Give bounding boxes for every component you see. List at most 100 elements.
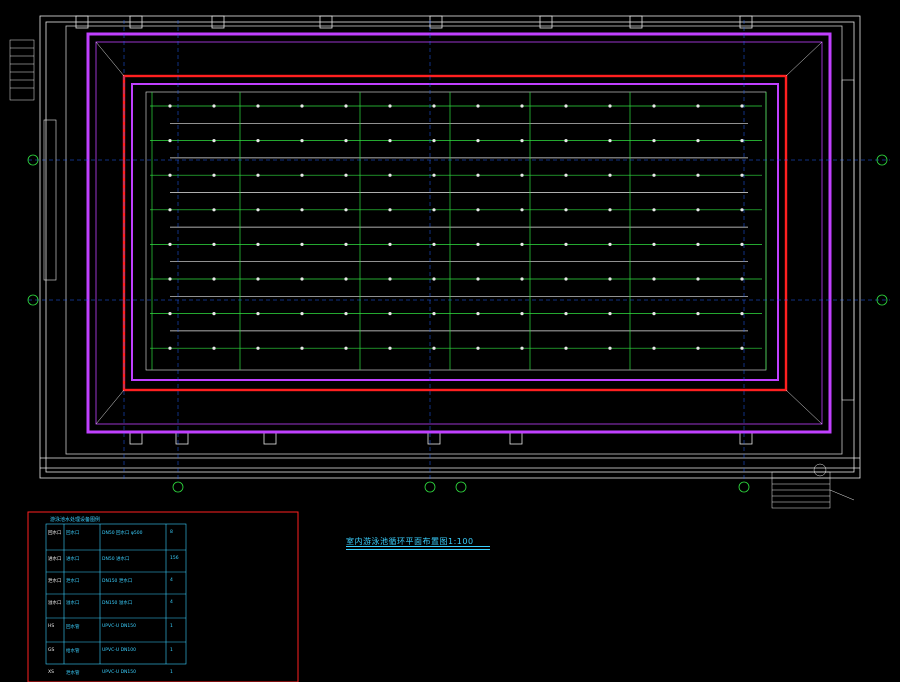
inlet-dot (564, 346, 568, 350)
inlet-dot (168, 277, 172, 281)
inlet-dot (652, 312, 656, 316)
inlet-dot (564, 312, 568, 316)
inlet-dot (300, 139, 304, 143)
legend-symbol-cell: GS (48, 648, 55, 653)
pool-deck-inner (95, 41, 823, 425)
inlet-dot (300, 242, 304, 246)
inlet-dot (740, 104, 744, 108)
stairs-right (771, 463, 855, 509)
inlet-dot (212, 104, 216, 108)
inlet-dot (476, 277, 480, 281)
inlet-dot (564, 208, 568, 212)
inlet-dot (652, 242, 656, 246)
legend-name-cell: 泄水管 (66, 671, 80, 676)
inlet-dot (696, 242, 700, 246)
axis-lines (28, 20, 890, 480)
inlet-dot (256, 346, 260, 350)
inlet-dot (608, 104, 612, 108)
inlet-dot (564, 277, 568, 281)
inlet-dot (740, 346, 744, 350)
legend-name-cell: 溢水口 (66, 601, 80, 606)
legend-title: 游泳池水处理设备图例 (50, 517, 101, 523)
inlet-dot (652, 277, 656, 281)
inlet-dot (740, 242, 744, 246)
inlet-dot (388, 173, 392, 177)
pool-edge-inner (131, 83, 779, 381)
inlet-dot (344, 346, 348, 350)
inlet-dot (432, 139, 436, 143)
inlet-dot (564, 139, 568, 143)
inlet-dot (696, 139, 700, 143)
legend-spec-cell: DN150 泄水口 (102, 579, 133, 584)
inlet-dot (432, 173, 436, 177)
inlet-dot (256, 139, 260, 143)
inlet-dot (388, 346, 392, 350)
inlet-dot (564, 173, 568, 177)
inlet-dot (432, 312, 436, 316)
inlet-dot (432, 277, 436, 281)
inlet-dot (300, 312, 304, 316)
inlet-dot (476, 312, 480, 316)
inlet-dot (388, 208, 392, 212)
inlet-dot (300, 277, 304, 281)
inlet-dot (520, 173, 524, 177)
inlet-dot (432, 242, 436, 246)
legend-spec-cell: UPVC-U DN150 (102, 624, 136, 629)
inlet-dot (168, 104, 172, 108)
legend-symbol-cell: 溢水口 (48, 601, 62, 606)
inlet-dot (564, 104, 568, 108)
inlet-dot (168, 242, 172, 246)
corner-lines (95, 41, 823, 425)
inlet-dot (212, 208, 216, 212)
inlet-dot (344, 139, 348, 143)
inlet-dot (608, 312, 612, 316)
inlet-dot (652, 139, 656, 143)
inlet-dot (608, 346, 612, 350)
inlet-dot (300, 208, 304, 212)
legend-name-cell: 给水管 (66, 649, 80, 654)
inlet-dot (696, 173, 700, 177)
legend-qty-cell: 1 (170, 624, 173, 629)
legend-name-cell: 回水管 (66, 625, 80, 630)
inlet-dot (344, 277, 348, 281)
legend-spec-cell: DN50 进水口 (102, 557, 130, 562)
inlet-dot (256, 104, 260, 108)
inlet-dot (652, 346, 656, 350)
inlet-dot (564, 242, 568, 246)
legend-spec-cell: UPVC-U DN100 (102, 648, 136, 653)
inlet-dot (696, 208, 700, 212)
inlet-dot (344, 312, 348, 316)
inlet-dot (256, 277, 260, 281)
inlet-dot (212, 242, 216, 246)
inlet-dot (520, 312, 524, 316)
inlet-dot (608, 277, 612, 281)
pool-deck-outline (86, 32, 832, 434)
legend-symbol-cell: 泄水口 (48, 579, 62, 584)
inlet-dot (520, 346, 524, 350)
inlet-dot (476, 173, 480, 177)
legend-spec-cell: UPVC-U DN150 (102, 670, 136, 675)
inlet-dot (256, 242, 260, 246)
inlet-dot (388, 242, 392, 246)
inlet-dot (740, 139, 744, 143)
inlet-dot (476, 104, 480, 108)
legend-name-cell: 回水口 (66, 531, 80, 536)
legend-qty-cell: 8 (170, 530, 173, 535)
distribution-pipes (151, 92, 767, 370)
inlet-dot (432, 104, 436, 108)
inlet-dot (520, 242, 524, 246)
inlet-dot (476, 346, 480, 350)
inlet-dot (168, 346, 172, 350)
inlet-dot (344, 173, 348, 177)
inlet-dot (652, 173, 656, 177)
inlet-dot (740, 173, 744, 177)
inlet-dot (608, 139, 612, 143)
title-underline-2 (346, 549, 490, 550)
inlet-dot (300, 173, 304, 177)
inlet-dot (388, 139, 392, 143)
inlet-dot (388, 312, 392, 316)
inlet-dot (212, 277, 216, 281)
inlet-dot (388, 277, 392, 281)
legend-symbol-cell: XS (48, 670, 54, 675)
legend-qty-cell: 4 (170, 600, 173, 605)
